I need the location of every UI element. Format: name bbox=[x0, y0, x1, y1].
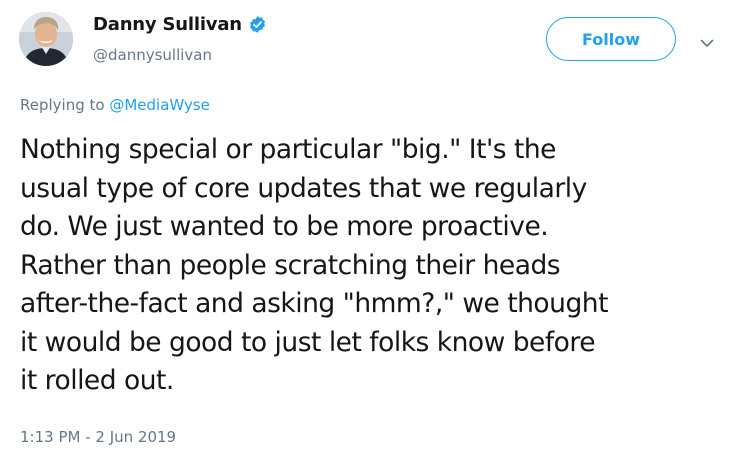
reply-context-prefix: Replying to bbox=[20, 96, 110, 114]
avatar-image bbox=[19, 12, 73, 66]
reply-context: Replying to @MediaWyse bbox=[20, 96, 210, 114]
tweet-timestamp[interactable]: 1:13 PM - 2 Jun 2019 bbox=[20, 428, 176, 446]
avatar[interactable] bbox=[19, 12, 73, 66]
verified-badge-icon bbox=[249, 16, 265, 33]
chevron-down-icon[interactable] bbox=[698, 34, 716, 52]
tweet-card: Danny Sullivan @dannysullivan Follow Rep… bbox=[0, 0, 741, 464]
tweet-text: Nothing special or particular "big." It'… bbox=[20, 134, 608, 396]
reply-mention-link[interactable]: @MediaWyse bbox=[109, 96, 210, 114]
author-display-name[interactable]: Danny Sullivan bbox=[93, 14, 242, 35]
follow-button[interactable]: Follow bbox=[546, 17, 676, 61]
author-handle[interactable]: @dannysullivan bbox=[93, 46, 212, 64]
author-name-row: Danny Sullivan bbox=[93, 14, 267, 35]
